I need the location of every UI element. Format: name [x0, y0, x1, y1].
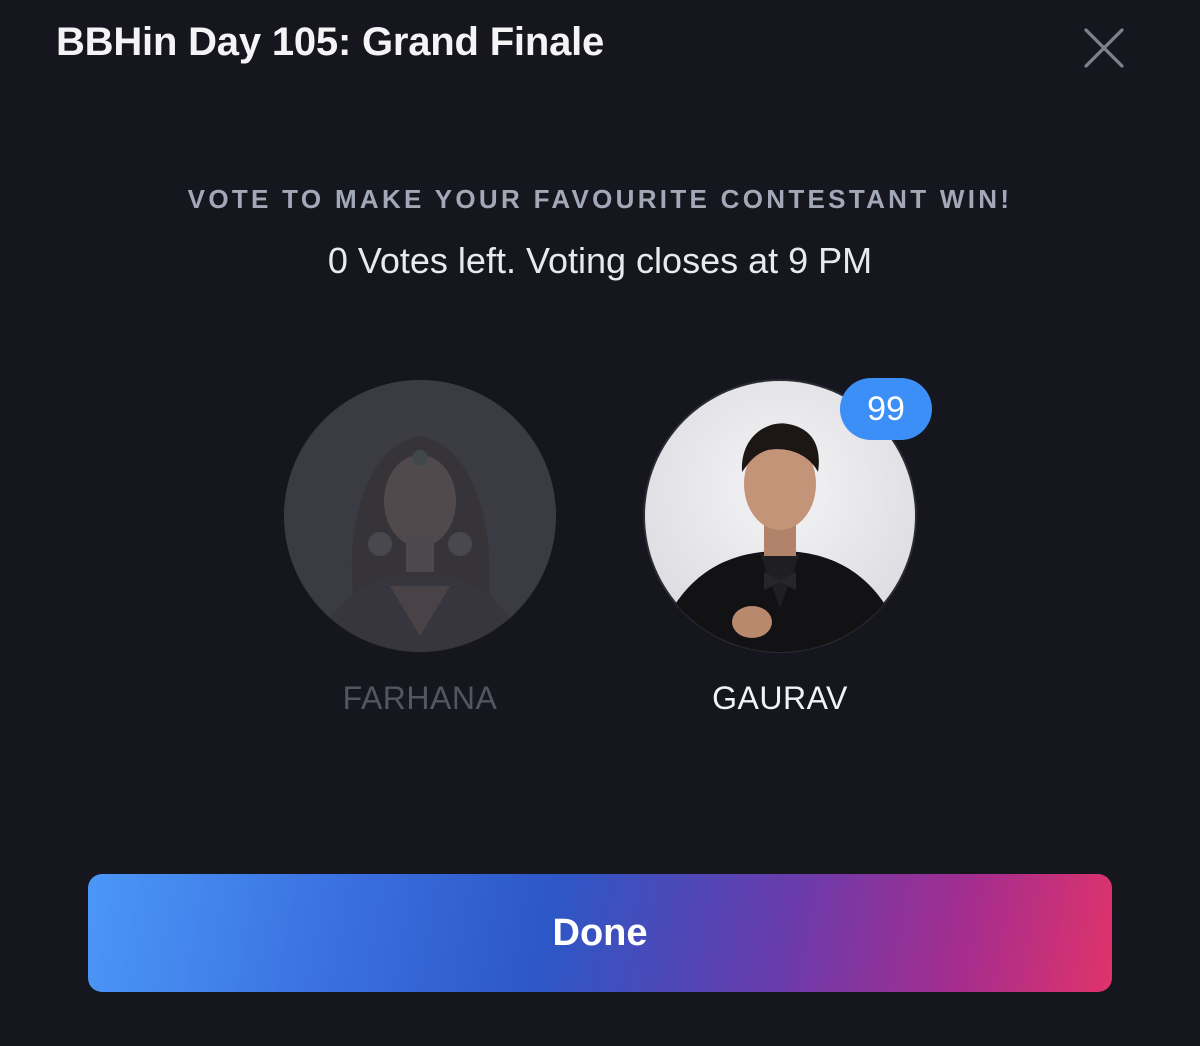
vote-prompt: VOTE TO MAKE YOUR FAVOURITE CONTESTANT W…: [187, 184, 1013, 214]
votes-status: 0 Votes left. Voting closes at 9 PM: [0, 240, 1200, 282]
vote-count-badge: 99: [840, 378, 932, 440]
voting-sheet: BBHin Day 105: Grand Finale VOTE TO MAKE…: [0, 0, 1200, 1046]
contestant-farhana[interactable]: FARHANA: [280, 376, 560, 716]
contestant-avatar-farhana: [284, 380, 556, 652]
contestant-name: GAURAV: [712, 680, 848, 716]
contestant-name: FARHANA: [342, 680, 498, 716]
votes-left-count: 0: [327, 240, 348, 281]
close-icon[interactable]: [1080, 24, 1128, 72]
done-button[interactable]: Done: [88, 874, 1112, 992]
votes-status-text: Votes left. Voting closes at 9 PM: [357, 240, 873, 281]
page-title: BBHin Day 105: Grand Finale: [56, 20, 605, 64]
